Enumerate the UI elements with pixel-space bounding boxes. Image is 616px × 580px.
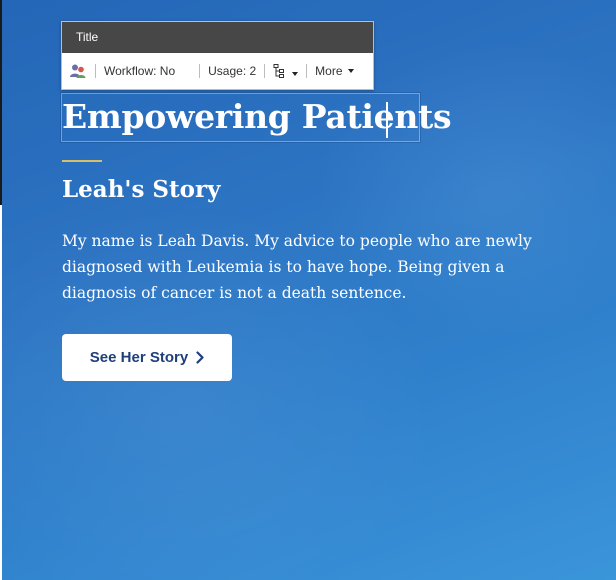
toolbar-separator xyxy=(95,64,96,78)
text-cursor xyxy=(386,102,388,138)
story-body: My name is Leah Davis. My advice to peop… xyxy=(62,232,532,302)
toolbar-header: Title xyxy=(62,22,373,53)
structure-button[interactable] xyxy=(273,61,299,81)
workflow-button[interactable]: Workflow: No xyxy=(104,61,175,81)
usage-button[interactable]: Usage: 2 xyxy=(208,61,256,81)
inline-editor-toolbar: Title Workflow: No Usage: 2 More xyxy=(61,21,374,90)
users-button[interactable] xyxy=(69,61,87,81)
toolbar-actions: Workflow: No Usage: 2 More xyxy=(62,53,373,89)
accent-divider xyxy=(62,160,102,162)
page-title[interactable]: Empowering Patients xyxy=(62,97,452,136)
cta-label: See Her Story xyxy=(89,349,189,366)
see-her-story-button[interactable]: See Her Story xyxy=(62,334,232,381)
caret-down-icon xyxy=(347,69,354,73)
caret-down-icon xyxy=(292,72,299,76)
toolbar-separator xyxy=(264,64,266,78)
toolbar-separator xyxy=(306,64,308,78)
chevron-right-icon xyxy=(196,351,204,364)
more-label: More xyxy=(315,64,343,78)
sitemap-icon xyxy=(273,64,285,78)
toolbar-separator xyxy=(199,64,201,78)
story-subtitle: Leah's Story xyxy=(62,176,221,203)
users-icon xyxy=(70,64,86,78)
more-menu-button[interactable]: More xyxy=(315,61,354,81)
